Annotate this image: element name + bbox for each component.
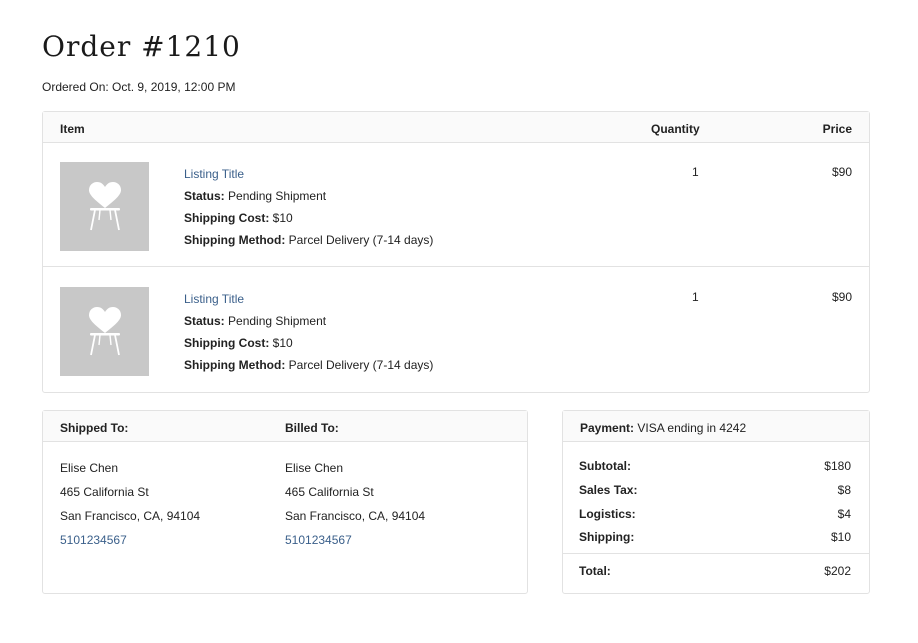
item-price: $90 — [831, 165, 852, 179]
shipping-phone-link[interactable]: 5101234567 — [60, 528, 200, 552]
total-value: $202 — [824, 564, 851, 578]
item-price: $90 — [831, 290, 852, 304]
table-header: Item Quantity Price — [43, 112, 869, 143]
shipping-cost-line: Shipping Cost: $10 — [184, 207, 433, 229]
shipping-method-label: Shipping Method: — [184, 358, 286, 372]
shipped-to-header: Shipped To: — [60, 421, 129, 435]
shipping-cost-line: Shipping Cost: $10 — [184, 332, 433, 354]
item-details: Listing Title Status: Pending Shipment S… — [184, 288, 433, 376]
status-value: Pending Shipment — [228, 189, 327, 203]
shipping-method-line: Shipping Method: Parcel Delivery (7-14 d… — [184, 354, 433, 376]
table-row: Listing Title Status: Pending Shipment S… — [43, 268, 869, 392]
shipping-value: $10 — [830, 530, 851, 544]
billing-city: San Francisco, CA, 94104 — [285, 509, 426, 523]
shipping-method-line: Shipping Method: Parcel Delivery (7-14 d… — [184, 229, 433, 251]
billing-phone-link[interactable]: 5101234567 — [285, 528, 425, 552]
order-items-table: Item Quantity Price Listing Title Status… — [42, 111, 870, 393]
table-row: Listing Title Status: Pending Shipment S… — [43, 143, 869, 267]
payment-header: Payment: VISA ending in 4242 — [563, 411, 869, 442]
item-quantity: 1 — [692, 165, 699, 179]
shipping-method-value: Parcel Delivery (7-14 days) — [288, 233, 434, 247]
item-details: Listing Title Status: Pending Shipment S… — [184, 163, 433, 251]
status-label: Status: — [184, 314, 225, 328]
listing-thumbnail[interactable] — [60, 287, 149, 376]
sales-tax-value: $8 — [837, 483, 851, 497]
status-value: Pending Shipment — [228, 314, 327, 328]
shipping-cost-value: $10 — [272, 211, 293, 225]
summary-divider — [563, 553, 869, 554]
subtotal-label: Subtotal: — [579, 459, 631, 473]
shipping-cost-value: $10 — [272, 336, 293, 350]
shipping-label: Shipping: — [579, 530, 635, 544]
column-header-quantity: Quantity — [651, 122, 700, 136]
page-title: Order #1210 — [42, 30, 241, 63]
chair-icon — [88, 306, 121, 355]
address-card: Shipped To: Billed To: Elise Chen 465 Ca… — [42, 410, 528, 594]
ordered-on-value: Oct. 9, 2019, 12:00 PM — [112, 80, 236, 94]
ordered-on-label: Ordered On: — [42, 80, 109, 94]
total-row: Total: $202 — [579, 564, 851, 584]
logistics-row: Logistics: $4 — [579, 507, 851, 527]
subtotal-value: $180 — [824, 459, 851, 473]
shipping-cost-label: Shipping Cost: — [184, 336, 270, 350]
shipping-street: 465 California St — [60, 485, 149, 499]
shipping-name: Elise Chen — [60, 461, 119, 475]
billing-street: 465 California St — [285, 485, 374, 499]
subtotal-row: Subtotal: $180 — [579, 459, 851, 479]
shipping-method-value: Parcel Delivery (7-14 days) — [288, 358, 434, 372]
billed-to-header: Billed To: — [285, 421, 339, 435]
status-line: Status: Pending Shipment — [184, 185, 433, 207]
column-header-price: Price — [822, 122, 852, 136]
sales-tax-row: Sales Tax: $8 — [579, 483, 851, 503]
payment-summary-card: Payment: VISA ending in 4242 Subtotal: $… — [562, 410, 870, 594]
billing-name: Elise Chen — [285, 461, 344, 475]
listing-thumbnail[interactable] — [60, 162, 149, 251]
payment-value: VISA ending in 4242 — [637, 421, 747, 435]
chair-icon — [88, 181, 121, 230]
status-line: Status: Pending Shipment — [184, 310, 433, 332]
address-card-header: Shipped To: Billed To: — [43, 411, 527, 442]
shipping-address: Elise Chen 465 California St San Francis… — [60, 456, 200, 552]
shipping-city: San Francisco, CA, 94104 — [60, 509, 201, 523]
shipping-cost-label: Shipping Cost: — [184, 211, 270, 225]
payment-label: Payment: — [580, 421, 635, 435]
payment-method: Payment: VISA ending in 4242 — [580, 421, 746, 435]
status-label: Status: — [184, 189, 225, 203]
ordered-on: Ordered On: Oct. 9, 2019, 12:00 PM — [42, 80, 235, 94]
listing-title-link[interactable]: Listing Title — [184, 288, 433, 310]
shipping-row: Shipping: $10 — [579, 530, 851, 550]
column-header-item: Item — [60, 122, 85, 136]
listing-title-link[interactable]: Listing Title — [184, 163, 433, 185]
item-quantity: 1 — [692, 290, 699, 304]
shipping-method-label: Shipping Method: — [184, 233, 286, 247]
total-label: Total: — [579, 564, 611, 578]
logistics-value: $4 — [837, 507, 851, 521]
sales-tax-label: Sales Tax: — [579, 483, 638, 497]
logistics-label: Logistics: — [579, 507, 636, 521]
billing-address: Elise Chen 465 California St San Francis… — [285, 456, 425, 552]
